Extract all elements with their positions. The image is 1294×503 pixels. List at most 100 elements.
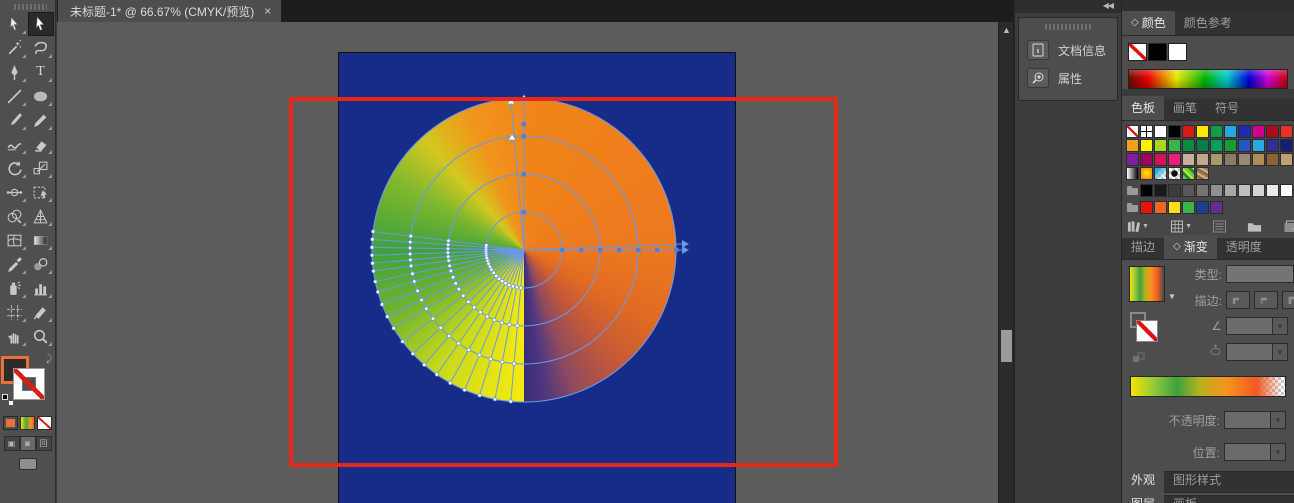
reverse-gradient-icon[interactable]	[1132, 352, 1146, 367]
swatch[interactable]	[1154, 201, 1167, 214]
color-button[interactable]	[3, 416, 18, 430]
swatch[interactable]	[1140, 167, 1153, 180]
selection-tool[interactable]	[2, 12, 28, 36]
swatch[interactable]	[1280, 139, 1293, 152]
swatch[interactable]	[1168, 125, 1181, 138]
draw-inside-button[interactable]: 回	[36, 436, 52, 451]
swatch[interactable]	[1154, 125, 1167, 138]
panel-toggle-icon[interactable]: ◇	[1131, 17, 1139, 28]
gradient-thumbnail[interactable]	[1129, 266, 1165, 302]
zoom-tool[interactable]	[28, 324, 54, 348]
swatch[interactable]	[1266, 125, 1279, 138]
swatch[interactable]	[1196, 153, 1209, 166]
magic-wand-tool[interactable]	[2, 36, 28, 60]
blend-tool[interactable]	[28, 252, 54, 276]
swatch[interactable]	[1168, 167, 1181, 180]
swatch[interactable]	[1196, 139, 1209, 152]
gradient-stroke-proxy[interactable]	[1136, 320, 1158, 342]
free-transform-tool[interactable]	[28, 180, 54, 204]
collapse-dock-icon[interactable]: ◀◀	[1103, 1, 1113, 10]
symbol-sprayer-tool[interactable]	[2, 276, 28, 300]
swatch[interactable]	[1196, 184, 1209, 197]
tab-transparency[interactable]: 透明度	[1217, 235, 1271, 259]
swatch-options-icon[interactable]	[1212, 220, 1227, 233]
swatch[interactable]	[1252, 153, 1265, 166]
swatch[interactable]	[1224, 139, 1237, 152]
gradient-aspect-dropdown[interactable]: ▼	[1226, 343, 1288, 361]
swatch[interactable]	[1182, 139, 1195, 152]
swatch[interactable]	[1154, 167, 1167, 180]
swatch[interactable]	[1210, 201, 1223, 214]
scroll-up-icon[interactable]: ▲	[999, 25, 1013, 35]
scale-tool[interactable]	[28, 156, 54, 180]
vertical-scrollbar[interactable]: ▲	[998, 22, 1013, 503]
swatch[interactable]	[1210, 125, 1223, 138]
type-tool[interactable]: T	[28, 60, 54, 84]
swatch[interactable]	[1168, 201, 1181, 214]
swatch[interactable]	[1182, 153, 1195, 166]
stroke-along-icon[interactable]	[1254, 291, 1278, 309]
eyedropper-tool[interactable]	[2, 252, 28, 276]
swatch[interactable]	[1148, 43, 1167, 61]
swatch[interactable]	[1224, 153, 1237, 166]
swatch[interactable]	[1238, 125, 1251, 138]
perspective-grid-tool[interactable]	[28, 204, 54, 228]
tab-brushes[interactable]: 画笔	[1164, 96, 1206, 120]
stroke-proxy[interactable]	[13, 368, 45, 400]
swatch[interactable]	[1280, 125, 1293, 138]
swatch[interactable]	[1154, 184, 1167, 197]
tab-graphic-styles[interactable]: 图形样式	[1164, 468, 1230, 492]
swatch[interactable]	[1126, 139, 1139, 152]
color-spectrum-bar[interactable]	[1128, 69, 1288, 89]
hand-tool[interactable]	[2, 324, 28, 348]
panel-toggle-icon[interactable]: ◇	[1173, 241, 1181, 252]
swatch[interactable]	[1238, 139, 1251, 152]
close-tab-icon[interactable]: ×	[264, 4, 271, 18]
shaper-tool[interactable]	[2, 132, 28, 156]
swatch[interactable]	[1210, 139, 1223, 152]
swatch[interactable]	[1196, 167, 1209, 180]
swatch[interactable]	[1252, 139, 1265, 152]
swatch[interactable]	[1210, 184, 1223, 197]
swatch[interactable]	[1126, 167, 1139, 180]
direct-selection-tool[interactable]	[28, 12, 54, 36]
swatch[interactable]	[1238, 153, 1251, 166]
chevron-down-icon[interactable]: ▼	[1270, 412, 1285, 428]
mesh-tool[interactable]	[2, 228, 28, 252]
screen-mode-button[interactable]	[19, 458, 37, 470]
swatch[interactable]	[1140, 201, 1153, 214]
swatch-kinds-icon[interactable]: ▼	[1170, 220, 1192, 233]
draw-behind-button[interactable]: ◙	[20, 436, 36, 451]
artboard-tool[interactable]	[2, 300, 28, 324]
column-graph-tool[interactable]	[28, 276, 54, 300]
new-swatch-icon[interactable]	[1282, 220, 1294, 233]
swatch[interactable]	[1210, 153, 1223, 166]
swatch[interactable]	[1126, 125, 1139, 138]
swatch[interactable]	[1196, 201, 1209, 214]
stroke-within-icon[interactable]	[1226, 291, 1250, 309]
swatch[interactable]	[1140, 153, 1153, 166]
swatch[interactable]	[1182, 167, 1195, 180]
swatch-libraries-icon[interactable]: ▼	[1127, 220, 1149, 233]
swatch[interactable]	[1182, 201, 1195, 214]
gradient-angle-dropdown[interactable]: ▼	[1226, 317, 1288, 335]
shape-builder-tool[interactable]	[2, 204, 28, 228]
swatch[interactable]	[1126, 184, 1139, 197]
swatch[interactable]	[1182, 125, 1195, 138]
draw-normal-button[interactable]: ▣	[4, 436, 20, 451]
paintbrush-tool[interactable]	[2, 108, 28, 132]
swatch[interactable]	[1140, 184, 1153, 197]
swatch[interactable]	[1224, 125, 1237, 138]
tab-layers[interactable]: 图层	[1122, 492, 1164, 503]
swatch[interactable]	[1266, 184, 1279, 197]
swatch[interactable]	[1252, 125, 1265, 138]
tab-artboards[interactable]: 画板	[1164, 492, 1206, 503]
position-dropdown[interactable]: ▼	[1224, 443, 1286, 461]
swatch[interactable]	[1266, 139, 1279, 152]
gradient-type-dropdown[interactable]	[1226, 265, 1294, 283]
swatch[interactable]	[1266, 153, 1279, 166]
swatch[interactable]	[1168, 43, 1187, 61]
document-info-button[interactable]: 文档信息	[1019, 36, 1117, 64]
tab-appearance[interactable]: 外观	[1122, 468, 1164, 492]
gradient-thumbnail-arrow-icon[interactable]: ▼	[1168, 292, 1176, 301]
